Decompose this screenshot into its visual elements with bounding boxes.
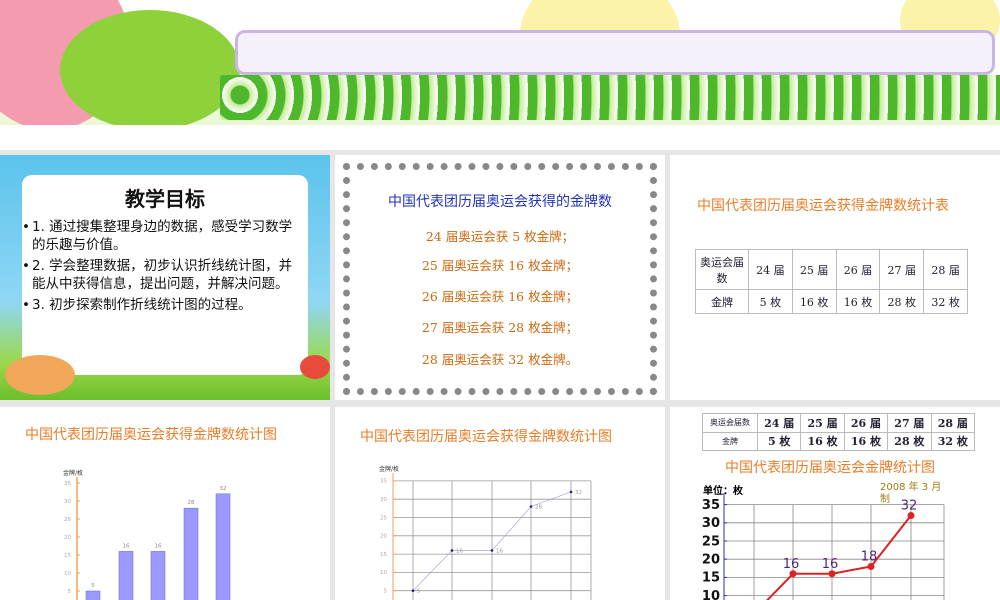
data-point: [529, 505, 533, 508]
fact-item: 24 届奥运会获 5 枚金牌；: [425, 229, 575, 244]
line-chart: 金牌/枚 5 10 15 20 25 30 35 5 16 16 28 32: [379, 465, 592, 600]
medal-table: 奥运会届数 24 届 25 届 26 届 27 届 28 届 金牌 5 枚 16…: [695, 249, 968, 314]
slide-line-chart[interactable]: 中国代表团历届奥运会获得金牌数统计图 金牌/枚 5 10 15 20 25 30 35 5 16 1…: [335, 407, 665, 600]
objective-item: 1. 通过搜集整理身边的数据，感受学习数学的乐趣与价值。: [22, 218, 298, 254]
medal-cell: 5 枚: [748, 289, 793, 314]
clover-row: [220, 75, 1000, 120]
session-cell: 28 届: [923, 249, 968, 290]
slide-medal-facts[interactable]: 中国代表团历届奥运会获得的金牌数 24 届奥运会获 5 枚金牌； 25 届奥运会…: [335, 155, 665, 400]
fact-item: 26 届奥运会获 16 枚金牌；: [421, 289, 579, 304]
bar-chart: 金牌/枚 5 10 15 20 25 30 35 5 16 16 28 32: [63, 469, 231, 600]
data-point: [569, 490, 573, 494]
y-tick-label: 25: [702, 534, 720, 549]
data-point: [490, 549, 494, 552]
y-tick-label: 35: [380, 479, 387, 485]
fact-item: 28 届奥运会获 32 枚金牌。: [421, 352, 579, 367]
fact-item: 27 届奥运会获 28 枚金牌；: [421, 320, 579, 335]
y-tick-label: 30: [64, 499, 71, 505]
session-cell: 27 届: [879, 249, 925, 290]
session-cell: 26 届: [835, 249, 881, 290]
bar: [150, 551, 166, 600]
slide-stat-table[interactable]: 中国代表团历届奥运会获得金牌数统计表 奥运会届数 24 届 25 届 26 届 …: [670, 155, 1000, 400]
bar: [118, 551, 134, 600]
data-label: 16: [155, 543, 162, 549]
y-tick-label: 10: [380, 570, 387, 576]
mushroom-decoration: [300, 355, 330, 379]
y-tick-label: 5: [384, 589, 388, 595]
objective-item: 2. 学会整理数据，初步认识折线统计图，并能从中获得信息，提出问题，并解决问题。: [22, 257, 298, 293]
y-tick-label: 35: [702, 498, 720, 513]
y-tick-label: 20: [380, 534, 387, 540]
y-axis-label: 金牌/枚: [63, 469, 83, 477]
data-label: 16: [456, 548, 463, 554]
clover-banner: [0, 0, 1000, 125]
slide-bar-chart[interactable]: 中国代表团历届奥运会获得金牌数统计图 金牌/枚 5 10 15 20 25 30 35 5 16 1…: [0, 407, 330, 600]
header-cell: 奥运会届数: [695, 249, 749, 290]
y-tick-label: 15: [702, 571, 720, 586]
medal-cell: 16 枚: [791, 289, 837, 314]
data-label: 28: [535, 505, 542, 511]
data-label: 16: [822, 557, 839, 572]
line-chart-red: 10 15 20 25 30 35 16 16 18 32: [702, 493, 945, 600]
fact-item: 25 届奥运会获 16 枚金牌；: [421, 258, 579, 273]
data-label: 28: [188, 500, 195, 506]
y-tick-label: 30: [380, 497, 387, 503]
objectives-card: 教学目标 1. 通过搜集整理身边的数据，感受学习数学的乐趣与价值。 2. 学会整…: [22, 175, 308, 375]
data-point: [411, 589, 415, 592]
leaf-decoration: [60, 10, 240, 125]
bar: [183, 507, 199, 600]
y-tick-label: 15: [380, 552, 387, 558]
y-tick-label: 30: [702, 516, 720, 531]
medal-cell: 16 枚: [835, 289, 881, 314]
table-title: 中国代表团历届奥运会获得金牌数统计表: [697, 198, 949, 214]
data-label: 32: [575, 490, 582, 496]
data-label: 16: [783, 557, 800, 572]
y-tick-label: 5: [68, 589, 72, 595]
y-tick-label: 10: [64, 571, 71, 577]
medal-cell: 28 枚: [879, 289, 925, 314]
slide-teaching-objectives[interactable]: 教学目标 1. 通过搜集整理身边的数据，感受学习数学的乐趣与价值。 2. 学会整…: [0, 155, 330, 400]
data-label: 5: [91, 583, 95, 589]
header-cell: 金牌: [695, 289, 749, 314]
session-cell: 25 届: [791, 249, 837, 290]
banner-strip: [0, 125, 1000, 150]
objectives-title: 教学目标: [125, 187, 205, 211]
objectives-list: 1. 通过搜集整理身边的数据，感受学习数学的乐趣与价值。 2. 学会整理数据，初…: [22, 218, 298, 314]
y-tick-label: 15: [64, 553, 71, 559]
y-tick-label: 10: [702, 589, 720, 600]
data-label: 16: [496, 548, 503, 554]
y-tick-label: 25: [64, 517, 71, 523]
y-tick-label: 35: [64, 481, 71, 487]
y-axis-label: 金牌/枚: [379, 465, 399, 473]
y-tick-label: 25: [380, 515, 387, 521]
facts-title: 中国代表团历届奥运会获得的金牌数: [388, 194, 612, 210]
data-label: 32: [901, 499, 918, 514]
medal-cell: 32 枚: [923, 289, 968, 314]
data-label: 5: [417, 589, 421, 595]
y-tick-label: 20: [702, 553, 720, 568]
data-point: [450, 549, 454, 552]
bar: [215, 493, 231, 600]
data-label: 32: [220, 486, 227, 492]
slide-line-chart-with-table[interactable]: 奥运会届数 24 届 25 届 26 届 27 届 28 届 金牌 5 枚 16…: [670, 407, 1000, 600]
y-tick-label: 20: [64, 535, 71, 541]
children-decoration: [5, 355, 75, 395]
session-cell: 24 届: [748, 249, 793, 290]
data-label: 16: [123, 543, 130, 549]
bar: [85, 590, 101, 600]
data-label: 18: [861, 549, 878, 564]
objective-item: 3. 初步探索制作折线统计图的过程。: [22, 296, 298, 314]
purple-frame: [235, 30, 995, 75]
